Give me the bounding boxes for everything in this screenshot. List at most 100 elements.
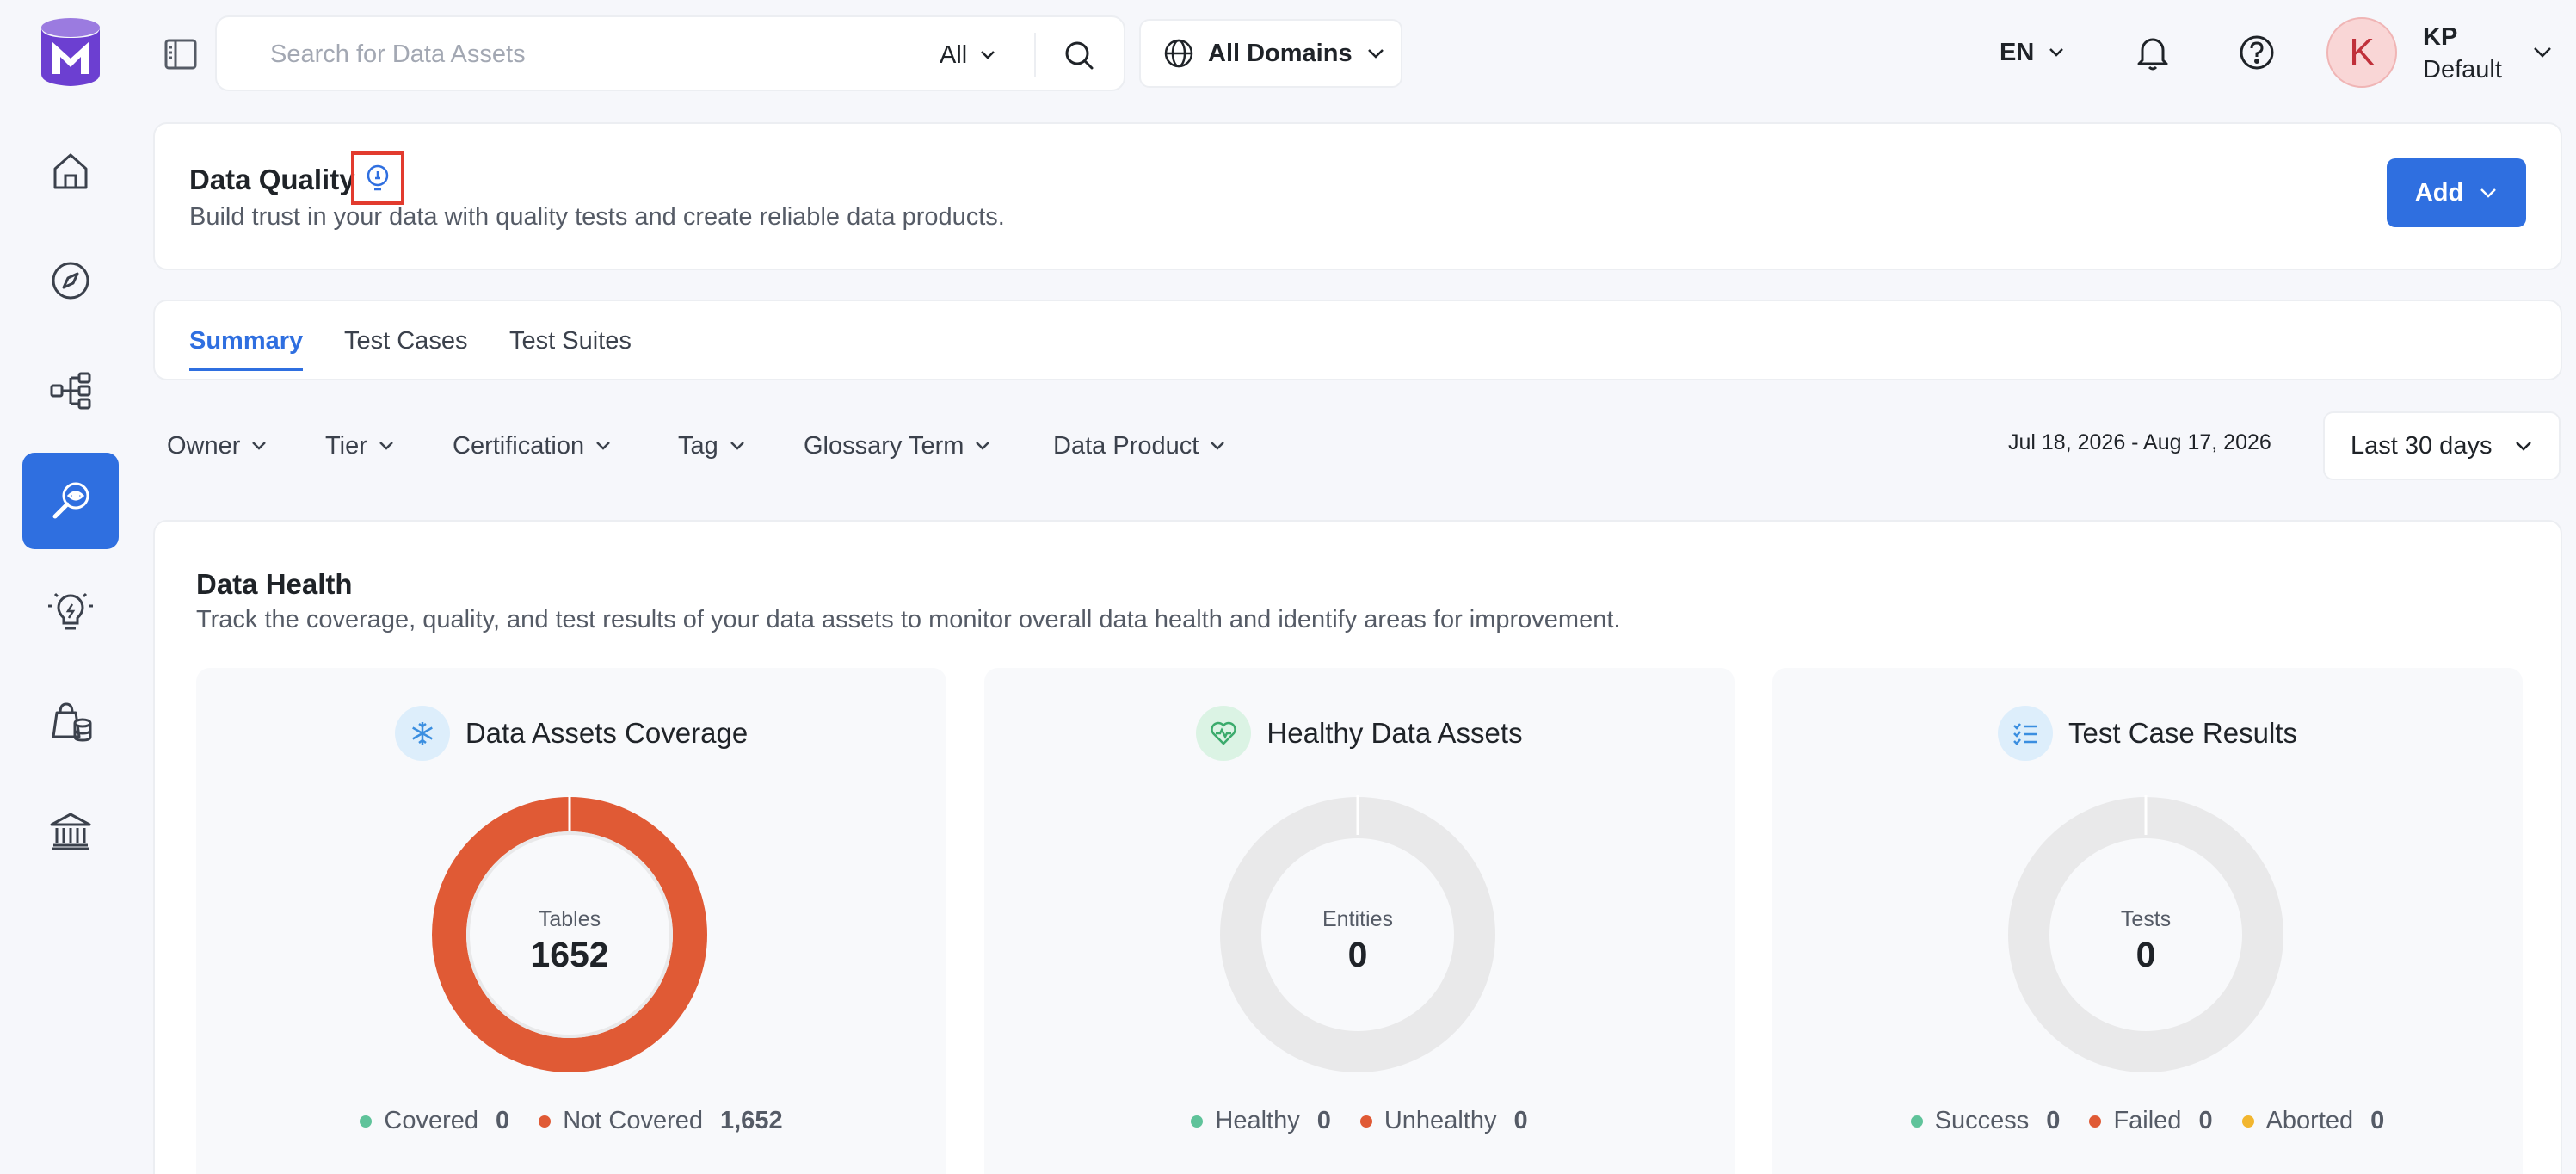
page-title: Data Quality <box>189 164 355 195</box>
lineage-icon <box>50 372 91 410</box>
tab-bar: Summary Test Cases Test Suites <box>153 300 2562 380</box>
chart-legend: Covered 0 Not Covered 1,652 <box>196 1107 946 1135</box>
section-title: Data Health <box>196 568 353 600</box>
section-description: Track the coverage, quality, and test re… <box>196 606 1621 633</box>
card-header: Data Assets Coverage <box>196 706 946 761</box>
chart-legend: Healthy 0 Unhealthy 0 <box>984 1107 1735 1135</box>
page-info-button[interactable] <box>351 151 404 205</box>
chevron-down-icon <box>252 442 267 450</box>
sidebar-toggle-button[interactable] <box>162 38 200 71</box>
snowflake-icon <box>394 706 450 761</box>
legend-dot <box>1191 1115 1204 1128</box>
legend-value: 0 <box>2370 1107 2385 1134</box>
compass-icon <box>52 262 89 300</box>
language-selector[interactable]: EN <box>2000 33 2065 72</box>
domains-label: All Domains <box>1208 39 1353 67</box>
legend-dot <box>539 1115 552 1128</box>
filter-label: Certification <box>453 431 585 460</box>
legend-dot <box>1359 1115 1372 1128</box>
page-description: Build trust in your data with quality te… <box>189 203 1005 231</box>
lightbulb-icon <box>367 164 389 191</box>
donut-center-label: Entities <box>1322 907 1393 931</box>
user-role: Default <box>2423 56 2502 83</box>
legend-dot <box>360 1115 373 1128</box>
chevron-down-icon <box>981 51 995 59</box>
filter-glossary-term[interactable]: Glossary Term <box>804 429 991 463</box>
filter-tier[interactable]: Tier <box>325 429 395 463</box>
sidebar-item-home[interactable] <box>22 122 119 219</box>
test-case-results-card: Test Case Results Tests 0 Success 0 Fail… <box>1772 668 2523 1174</box>
search-scope-label: All <box>940 40 968 69</box>
donut-center-value: 0 <box>1347 935 1368 974</box>
tab-test-suites[interactable]: Test Suites <box>509 327 632 368</box>
card-header: Healthy Data Assets <box>984 706 1735 761</box>
chevron-down-icon <box>379 442 393 450</box>
legend-value: 0 <box>2198 1107 2213 1134</box>
domains-dropdown[interactable]: All Domains <box>1139 19 1402 88</box>
legend-item-healthy: Healthy 0 <box>1191 1107 1331 1135</box>
legend-label: Failed <box>2113 1107 2182 1134</box>
legend-label: Success <box>1934 1107 2030 1134</box>
bank-icon <box>50 813 91 850</box>
add-button[interactable]: Add <box>2387 158 2526 227</box>
card-header: Test Case Results <box>1772 706 2523 761</box>
legend-label: Healthy <box>1215 1107 1300 1134</box>
filter-label: Owner <box>167 431 241 460</box>
chart-legend: Success 0 Failed 0 Aborted 0 <box>1772 1107 2523 1135</box>
search-input[interactable] <box>270 34 872 74</box>
chevron-down-icon <box>596 442 611 450</box>
legend-dot <box>1910 1115 1923 1128</box>
filter-owner[interactable]: Owner <box>167 429 268 463</box>
sidebar-item-explore[interactable] <box>22 232 119 329</box>
help-button[interactable] <box>2237 33 2277 72</box>
user-menu-chevron[interactable] <box>2530 41 2555 62</box>
chevron-down-icon <box>2534 47 2551 58</box>
legend-label: Covered <box>384 1107 479 1134</box>
filter-label: Data Product <box>1053 431 1199 460</box>
legend-label: Aborted <box>2265 1107 2354 1134</box>
sidebar-item-governance[interactable] <box>22 783 119 880</box>
sidebar-item-observability[interactable] <box>22 453 119 549</box>
add-button-label: Add <box>2414 178 2464 207</box>
sidebar-item-insights[interactable] <box>22 563 119 659</box>
tab-test-cases[interactable]: Test Cases <box>344 327 467 368</box>
chevron-down-icon <box>1367 49 1384 59</box>
panel-toggle-icon <box>164 39 197 70</box>
filter-label: Glossary Term <box>804 431 964 460</box>
filter-certification[interactable]: Certification <box>453 429 612 463</box>
home-icon <box>53 153 88 189</box>
legend-value: 1,652 <box>720 1107 783 1134</box>
donut-center-label: Tests <box>2120 907 2172 931</box>
legend-item-success: Success 0 <box>1910 1107 2060 1135</box>
search-scope-dropdown[interactable]: All <box>940 38 996 72</box>
data-quality-icon <box>52 482 89 519</box>
filter-tag[interactable]: Tag <box>678 429 746 463</box>
avatar[interactable]: K <box>2326 17 2397 88</box>
card-title: Test Case Results <box>2068 717 2297 749</box>
user-menu[interactable]: KP Default <box>2423 21 2502 86</box>
legend-item-aborted: Aborted 0 <box>2241 1107 2385 1135</box>
app-logo[interactable] <box>40 17 102 88</box>
language-label: EN <box>2000 38 2035 66</box>
legend-item-failed: Failed 0 <box>2089 1107 2213 1135</box>
card-title: Data Assets Coverage <box>465 717 749 749</box>
database-bag-icon <box>52 702 92 742</box>
search-button[interactable] <box>1060 36 1098 74</box>
legend-dot <box>2089 1115 2102 1128</box>
notifications-button[interactable] <box>2134 33 2172 72</box>
legend-item-unhealthy: Unhealthy 0 <box>1359 1107 1528 1135</box>
search-divider <box>1034 33 1036 77</box>
sidebar-item-domains[interactable] <box>22 673 119 769</box>
tab-summary[interactable]: Summary <box>189 327 304 371</box>
filter-label: Tier <box>325 431 367 460</box>
filter-data-product[interactable]: Data Product <box>1053 429 1226 463</box>
bell-icon <box>2137 38 2168 71</box>
search-icon <box>1065 41 1094 70</box>
data-assets-coverage-card: Data Assets Coverage Tables 1652 Covered… <box>196 668 946 1174</box>
user-name: KP <box>2423 23 2458 51</box>
sidebar <box>0 0 143 1174</box>
date-period-dropdown[interactable]: Last 30 days <box>2323 411 2561 480</box>
sidebar-item-lineage[interactable] <box>22 343 119 439</box>
healthy-data-assets-card: Healthy Data Assets Entities 0 Healthy 0… <box>984 668 1735 1174</box>
legend-value: 0 <box>1513 1107 1528 1134</box>
